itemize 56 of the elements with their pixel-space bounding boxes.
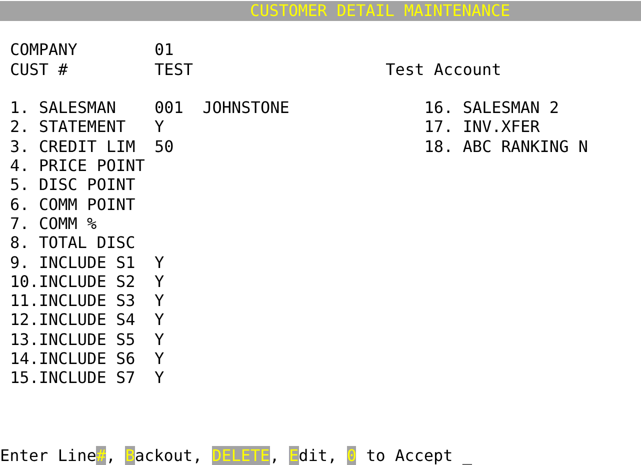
field-label: INCLUDE S7 bbox=[38, 368, 136, 388]
command-prompt: Enter Line#, Backout, DELETE, Edit, 0 to Accept bbox=[0, 446, 454, 465]
field-value: Y bbox=[154, 310, 166, 330]
cursor: _ bbox=[462, 446, 472, 465]
field-value: Y bbox=[154, 272, 166, 292]
field-label: CREDIT LIM bbox=[38, 136, 136, 156]
line-number: 14. bbox=[10, 349, 39, 368]
field-label: COMM % bbox=[38, 214, 98, 234]
field-value: N bbox=[578, 136, 589, 156]
field-label: INCLUDE S5 bbox=[38, 330, 136, 350]
field-value: TEST bbox=[154, 60, 194, 79]
line-number: 9. bbox=[10, 252, 30, 272]
field-value: Y bbox=[154, 117, 166, 137]
line-number: 11. bbox=[10, 291, 39, 310]
field-label: SALESMAN bbox=[38, 98, 117, 118]
field-label: STATEMENT bbox=[38, 117, 127, 137]
field-label: INCLUDE S6 bbox=[38, 349, 136, 368]
field-label: INCLUDE S3 bbox=[38, 291, 136, 310]
account-name: Test Account bbox=[386, 60, 502, 79]
field-label: TOTAL DISC bbox=[38, 233, 136, 253]
line-number: 1. bbox=[10, 98, 30, 118]
field-value: 001 bbox=[154, 98, 184, 118]
field-value: 01 bbox=[154, 40, 175, 60]
field-label: PRICE POINT bbox=[38, 156, 146, 176]
line-number: 18. bbox=[424, 136, 454, 156]
field-value: Y bbox=[154, 368, 166, 388]
field-label: SALESMAN 2 bbox=[462, 98, 560, 118]
field-label: COMM POINT bbox=[38, 194, 136, 214]
field-label: INV.XFER bbox=[462, 117, 541, 137]
line-number: 10. bbox=[10, 272, 39, 292]
line-number: 8. bbox=[10, 233, 30, 253]
field-value: Y bbox=[154, 349, 166, 368]
line-number: 7. bbox=[10, 214, 30, 234]
field-label: ABC RANKING bbox=[462, 136, 570, 156]
field-value: Y bbox=[154, 330, 166, 350]
field-label: DISC POINT bbox=[38, 175, 136, 195]
line-number: 2. bbox=[10, 117, 30, 137]
field-value: Y bbox=[154, 252, 166, 272]
field-label: COMPANY bbox=[10, 40, 78, 60]
field-value: 50 bbox=[154, 136, 175, 156]
line-number: 6. bbox=[10, 194, 30, 214]
line-number: 4. bbox=[10, 156, 30, 176]
line-number: 17. bbox=[424, 117, 454, 137]
field-value: JOHNSTONE bbox=[202, 98, 290, 118]
line-number: 12. bbox=[10, 310, 39, 330]
line-number: 15. bbox=[10, 368, 39, 388]
line-number: 3. bbox=[10, 136, 30, 156]
line-number: 13. bbox=[10, 330, 39, 350]
field-label: INCLUDE S1 bbox=[38, 252, 136, 272]
field-label: INCLUDE S4 bbox=[38, 310, 136, 330]
line-number: 5. bbox=[10, 175, 30, 195]
field-label: INCLUDE S2 bbox=[38, 272, 136, 292]
field-label: CUST # bbox=[10, 60, 69, 79]
screen-title: CUSTOMER DETAIL MAINTENANCE bbox=[250, 1, 510, 21]
line-number: 16. bbox=[424, 98, 454, 118]
field-value: Y bbox=[154, 291, 166, 310]
